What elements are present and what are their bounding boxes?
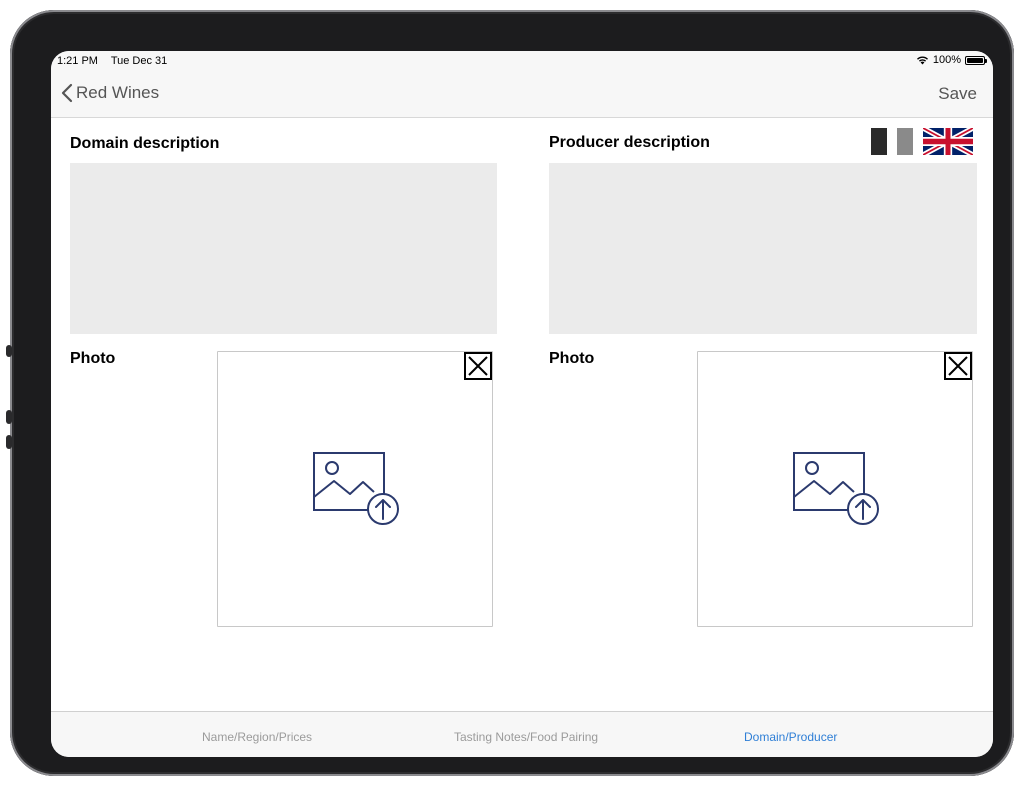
producer-photo-label: Photo <box>549 350 595 367</box>
battery-icon <box>965 55 987 65</box>
status-bar: 1:21 PM Tue Dec 31 100% <box>51 51 993 71</box>
status-time: 1:21 PM <box>57 55 98 67</box>
back-button-label: Red Wines <box>76 83 160 102</box>
remove-domain-photo-button[interactable] <box>464 352 492 380</box>
producer-description-input[interactable] <box>549 163 977 334</box>
hardware-button <box>6 345 12 357</box>
remove-producer-photo-button[interactable] <box>944 352 972 380</box>
app-screen: 1:21 PM Tue Dec 31 100% Red Wines Save D… <box>51 51 993 757</box>
battery-percent: 100% <box>932 54 961 66</box>
domain-photo-label: Photo <box>70 350 116 367</box>
image-upload-icon[interactable] <box>792 451 882 529</box>
domain-description-input[interactable] <box>70 163 497 334</box>
flag-dark-icon[interactable] <box>871 128 887 155</box>
close-icon <box>948 356 968 376</box>
bottom-tab-bar: Name/Region/Prices Tasting Notes/Food Pa… <box>51 711 993 757</box>
ipad-device-frame: 1:21 PM Tue Dec 31 100% Red Wines Save D… <box>6 10 1014 776</box>
domain-description-title: Domain description <box>70 135 220 152</box>
battery-level <box>967 57 983 63</box>
navigation-bar: Red Wines Save <box>51 71 993 118</box>
hardware-button <box>6 410 12 424</box>
tab-tasting-notes-food-pairing[interactable]: Tasting Notes/Food Pairing <box>454 730 598 744</box>
save-button[interactable]: Save <box>938 84 977 104</box>
domain-photo-box[interactable] <box>217 351 493 627</box>
producer-photo-box[interactable] <box>697 351 973 627</box>
language-selector <box>871 128 973 155</box>
back-button[interactable]: Red Wines <box>61 83 159 103</box>
status-date: Tue Dec 31 <box>110 55 168 67</box>
tab-name-region-prices[interactable]: Name/Region/Prices <box>202 730 312 744</box>
chevron-left-icon <box>61 83 73 103</box>
close-icon <box>468 356 488 376</box>
tab-domain-producer[interactable]: Domain/Producer <box>744 730 837 744</box>
flag-gray-icon[interactable] <box>897 128 913 155</box>
uk-flag-icon[interactable] <box>923 128 973 155</box>
hardware-button <box>6 435 12 449</box>
image-upload-icon[interactable] <box>312 451 402 529</box>
wifi-icon <box>916 56 928 65</box>
producer-description-title: Producer description <box>549 134 710 151</box>
